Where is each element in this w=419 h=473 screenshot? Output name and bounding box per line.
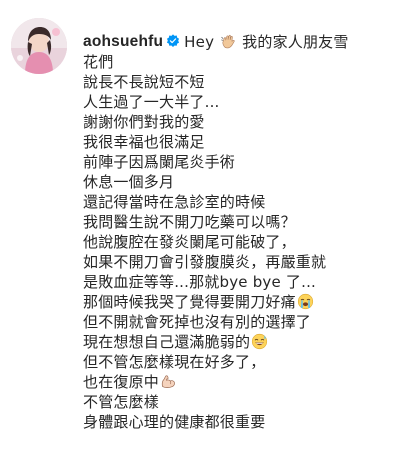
caption-line-19: 身體跟心理的健康都很重要 bbox=[83, 413, 266, 431]
username-link[interactable]: aohsuehfu bbox=[83, 33, 163, 50]
avatar-photo bbox=[11, 18, 67, 74]
caption-line-14: 但不開就會死掉也沒有別的選擇了 bbox=[83, 313, 312, 331]
caption-line-12: 是敗血症等等...那就bye bye 了... bbox=[83, 273, 316, 291]
caption-greeting: Hey bbox=[184, 33, 215, 51]
caption-line-15-text: 現在想想自己還滿脆弱的 bbox=[83, 333, 251, 351]
waving-hand-emoji bbox=[220, 33, 237, 50]
caption-line-5: 我很幸福也很滿足 bbox=[83, 133, 205, 151]
caption-line-9: 我問醫生說不開刀吃藥可以嗎？ bbox=[83, 213, 296, 231]
caption-line-10: 他說腹腔在發炎闌尾可能破了， bbox=[83, 233, 296, 251]
instagram-post-caption: aohsuehfu Hey 我的家人朋友雪 花們 說長不長說短不短 人生過了一大… bbox=[0, 0, 419, 473]
grinning-sweat-emoji bbox=[251, 333, 268, 350]
caption-line-11: 如果不開刀會引發腹膜炎，再嚴重就 bbox=[83, 253, 327, 271]
verified-badge-icon bbox=[167, 34, 180, 47]
caption-line-3: 人生過了一大半了... bbox=[83, 93, 220, 111]
caption-line-17: 也在復原中 bbox=[83, 372, 403, 392]
profile-avatar[interactable] bbox=[11, 18, 67, 74]
caption-line-8: 還記得當時在急診室的時候 bbox=[83, 193, 266, 211]
caption-line-4: 謝謝你們對我的愛 bbox=[83, 113, 205, 131]
caption-line-15: 現在想想自己還滿脆弱的 bbox=[83, 332, 403, 352]
flexed-biceps-emoji bbox=[160, 373, 177, 390]
caption-line-13: 那個時候我哭了覺得要開刀好痛 bbox=[83, 292, 403, 312]
caption-line-2: 說長不長說短不短 bbox=[83, 73, 205, 91]
loudly-crying-face-emoji bbox=[297, 293, 314, 310]
caption-line-18: 不管怎麼樣 bbox=[83, 393, 160, 411]
caption-first-line: aohsuehfu Hey 我的家人朋友雪 bbox=[83, 32, 403, 52]
caption-line-16: 但不管怎麼樣現在好多了， bbox=[83, 353, 266, 371]
caption-line-7: 休息一個多月 bbox=[83, 173, 175, 191]
caption-text: aohsuehfu Hey 我的家人朋友雪 花們 說長不長說短不短 人生過了一大… bbox=[83, 32, 403, 432]
caption-line-13-text: 那個時候我哭了覺得要開刀好痛 bbox=[83, 293, 296, 311]
caption-line-0: 我的家人朋友雪 bbox=[242, 33, 349, 51]
caption-line-17-text: 也在復原中 bbox=[83, 373, 160, 391]
caption-line-6: 前陣子因爲闌尾炎手術 bbox=[83, 153, 236, 171]
caption-line-1: 花們 bbox=[83, 53, 114, 71]
